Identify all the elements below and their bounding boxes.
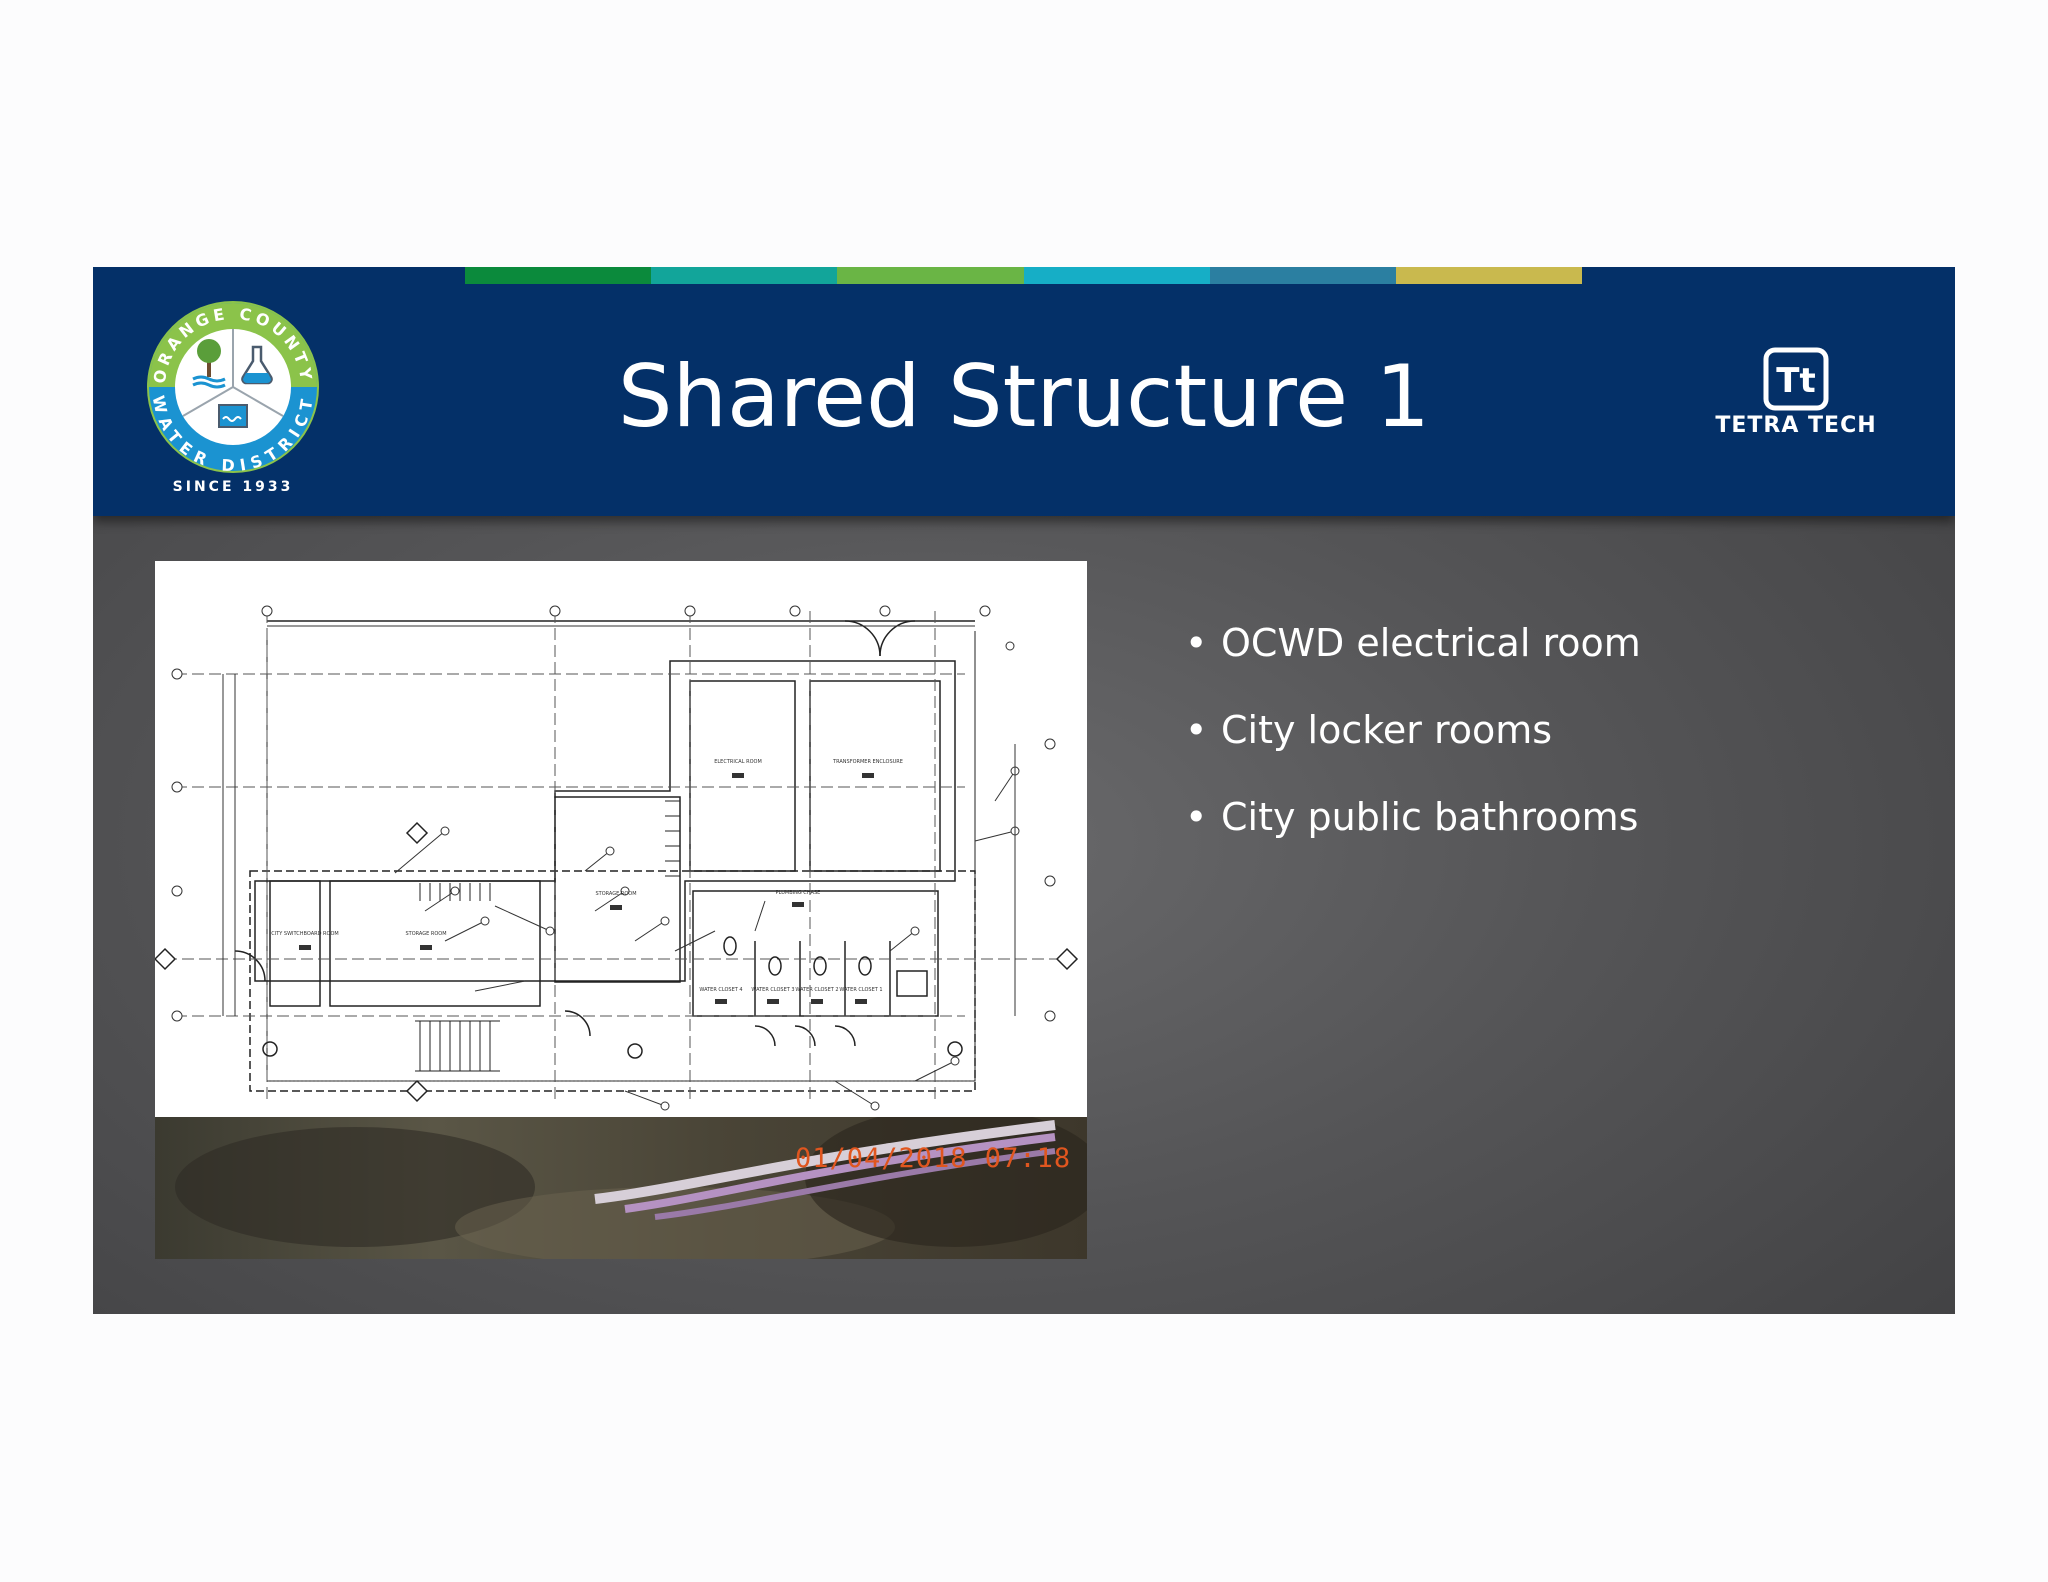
site-photo-texture xyxy=(175,1117,1087,1259)
slide-header: ORANGE COUNTY WATER DISTRICT SINCE 1933 … xyxy=(93,267,1955,516)
bullet-list: • OCWD electrical room • City locker rooms… xyxy=(1185,619,1641,880)
room-label-plumbing: PLUMBING CHASE xyxy=(776,890,821,896)
bullet-text: City locker rooms xyxy=(1221,708,1553,752)
room-label-wc4: WATER CLOSET 4 xyxy=(699,987,742,993)
room-label-switchboard: CITY SWITCHBOARD ROOM xyxy=(271,931,338,937)
color-stripe xyxy=(651,267,837,284)
tetra-tech-mark: Tt xyxy=(1776,361,1815,401)
color-stripe xyxy=(465,267,651,284)
bullet-item: • City public bathrooms xyxy=(1185,793,1641,841)
bullet-text: OCWD electrical room xyxy=(1221,621,1641,665)
color-stripe xyxy=(1210,267,1396,284)
tetra-tech-logo-icon: Tt xyxy=(1763,347,1829,411)
room-label-storage: STORAGE ROOM xyxy=(595,891,636,897)
photo-timestamp: 01/04/2018 07:18 xyxy=(795,1143,1072,1174)
site-photo: 01/04/2018 07:18 xyxy=(155,1117,1087,1259)
color-stripe xyxy=(837,267,1024,284)
slide: ORANGE COUNTY WATER DISTRICT SINCE 1933 … xyxy=(93,267,1955,1314)
room-label-electrical: ELECTRICAL ROOM xyxy=(714,759,762,765)
bullet-item: • City locker rooms xyxy=(1185,706,1641,754)
bullet-dot: • xyxy=(1185,708,1208,752)
bullet-dot: • xyxy=(1185,795,1208,839)
color-stripe xyxy=(1396,267,1582,284)
room-label-transformer: TRANSFORMER ENCLOSURE xyxy=(832,759,903,765)
room-label-wc3: WATER CLOSET 3 xyxy=(751,987,794,993)
room-label-wc2: WATER CLOSET 2 xyxy=(795,987,838,993)
logo-since-text: SINCE 1933 xyxy=(172,479,294,495)
room-label-storage-2: STORAGE ROOM xyxy=(405,931,446,937)
slide-title: Shared Structure 1 xyxy=(617,347,1431,447)
bullet-dot: • xyxy=(1185,621,1208,665)
floor-plan-drawing: ELECTRICAL ROOM TRANSFORMER ENCLOSURE ST… xyxy=(155,561,1087,1117)
room-label-wc1: WATER CLOSET 1 xyxy=(839,987,882,993)
color-stripe xyxy=(1024,267,1210,284)
bullet-text: City public bathrooms xyxy=(1221,795,1639,839)
tetra-tech-name: TETRA TECH xyxy=(1715,413,1877,438)
bullet-item: • OCWD electrical room xyxy=(1185,619,1641,667)
